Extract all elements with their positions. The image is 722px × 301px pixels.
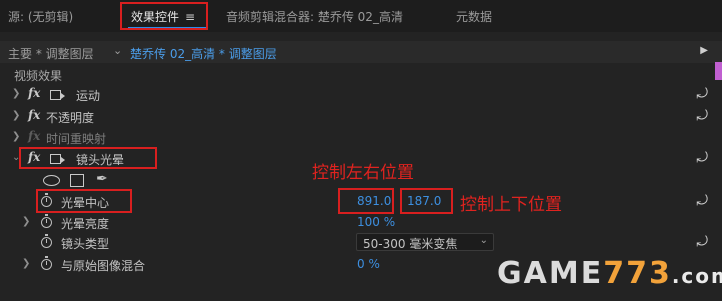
lens-type-selected: 50-300 毫米变焦 — [363, 237, 458, 251]
lens-type-select[interactable]: 50-300 毫米变焦 ⌄ — [356, 233, 494, 251]
effect-label-opacity: 不透明度 — [46, 111, 95, 125]
watermark-suffix: .com — [671, 264, 722, 288]
param-label-blend-original: 与原始图像混合 — [61, 259, 146, 273]
pen-mask-icon[interactable]: ✒ — [96, 171, 108, 187]
highlight-box-tab — [120, 2, 208, 30]
stopwatch-icon[interactable] — [41, 234, 52, 248]
effect-row-time-remap[interactable]: ❯ fx 时间重映射 — [0, 128, 722, 148]
blend-original-value[interactable]: 0 % — [357, 257, 380, 271]
fx-icon[interactable]: fx — [28, 86, 40, 100]
highlight-box-flare-center — [36, 189, 132, 213]
rectangle-mask-icon[interactable] — [70, 174, 84, 187]
watermark-number: 773 — [603, 256, 672, 291]
highlight-box-lens-flare — [19, 147, 157, 169]
sequence-bar: 主要 * 调整图层 ⌄ 楚乔传 02_高清 * 调整图层 ▶ — [0, 41, 722, 63]
timeline-clip-thumb[interactable] — [715, 62, 722, 80]
fx-icon[interactable]: fx — [28, 108, 40, 122]
stopwatch-icon[interactable] — [41, 214, 52, 228]
param-label-flare-brightness: 光晕亮度 — [61, 217, 110, 231]
highlight-box-y-value — [400, 188, 453, 214]
effect-label-motion: 运动 — [76, 89, 101, 103]
annotation-up-down: 控制上下位置 — [460, 195, 562, 215]
video-effects-header: 视频效果 — [14, 69, 63, 83]
stopwatch-icon[interactable] — [41, 256, 52, 270]
reset-icon[interactable]: ⤾ — [696, 150, 708, 166]
tab-source[interactable]: 源: (无剪辑) — [8, 8, 73, 25]
param-row-lens-type[interactable]: 镜头类型 50-300 毫米变焦 ⌄ ⤾ — [0, 233, 722, 253]
fx-icon: fx — [28, 129, 41, 143]
reset-icon[interactable]: ⤾ — [696, 108, 708, 124]
chevron-down-icon[interactable]: ⌄ — [113, 44, 122, 57]
expand-caret-icon[interactable]: ❯ — [22, 216, 30, 227]
panel-tab-bar: 源: (无剪辑) 效果控件 ≡ 音频剪辑混合器: 楚乔传 02_高清 元数据 — [0, 0, 722, 32]
expand-caret-icon[interactable]: ❯ — [12, 131, 20, 142]
reset-icon[interactable]: ⤾ — [696, 86, 708, 102]
expand-caret-icon[interactable]: ❯ — [22, 258, 30, 269]
expand-caret-icon[interactable]: ❯ — [12, 88, 20, 99]
highlight-box-x-value — [338, 188, 394, 214]
site-watermark-logo: GAME773.com — [497, 256, 722, 292]
master-clip-label[interactable]: 主要 * 调整图层 — [8, 45, 94, 62]
tab-audio-clip-mixer[interactable]: 音频剪辑混合器: 楚乔传 02_高清 — [226, 8, 403, 25]
flare-brightness-value[interactable]: 100 % — [357, 215, 395, 229]
param-label-lens-type: 镜头类型 — [61, 237, 110, 251]
reset-icon[interactable]: ⤾ — [696, 193, 708, 209]
tab-metadata[interactable]: 元数据 — [456, 8, 492, 25]
param-row-flare-brightness[interactable]: ❯ 光晕亮度 100 % — [0, 213, 722, 233]
expand-caret-icon[interactable]: ❯ — [12, 110, 20, 121]
reset-icon[interactable]: ⤾ — [696, 234, 708, 250]
motion-transform-icon[interactable] — [50, 90, 65, 100]
timeline-expand-arrow-icon[interactable]: ▶ — [700, 45, 708, 56]
effect-label-time-remap: 时间重映射 — [46, 132, 107, 146]
sequence-clip-link[interactable]: 楚乔传 02_高清 * 调整图层 — [130, 45, 277, 62]
annotation-left-right: 控制左右位置 — [312, 163, 414, 183]
effect-row-motion[interactable]: ❯ fx 运动 ⤾ — [0, 85, 722, 105]
effect-row-opacity[interactable]: ❯ fx 不透明度 ⤾ — [0, 107, 722, 127]
chevron-down-icon: ⌄ — [479, 235, 488, 246]
watermark-prefix: GAME — [497, 256, 604, 291]
ellipse-mask-icon[interactable] — [43, 175, 60, 186]
